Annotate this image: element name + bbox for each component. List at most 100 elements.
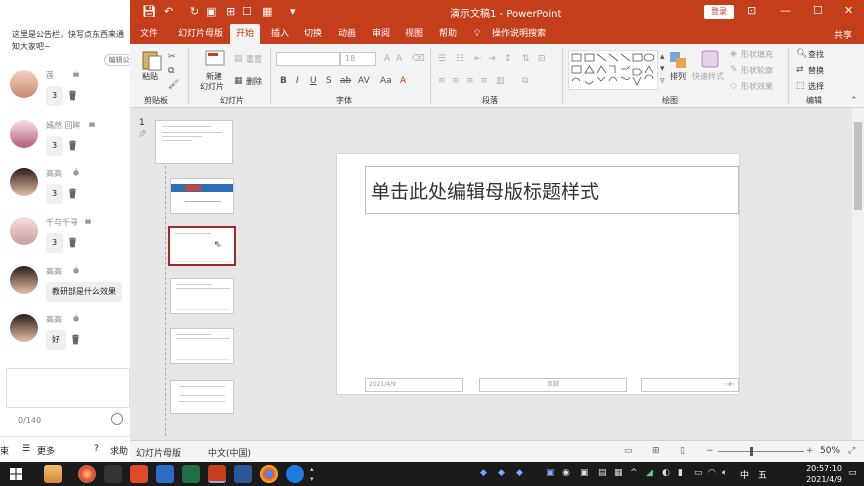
delete-icon[interactable] (68, 140, 77, 151)
tab-slide-master[interactable]: 幻灯片母版 (178, 24, 223, 44)
shape-effects-icon[interactable]: ◇ (730, 81, 737, 91)
zoom-in-icon[interactable]: + (806, 446, 814, 456)
app-icon[interactable] (130, 465, 148, 483)
zoom-level[interactable]: 50% (820, 446, 840, 456)
help-icon[interactable]: ? (94, 444, 99, 454)
cut-icon[interactable]: ✂ (168, 52, 176, 62)
shape-effects-button[interactable]: 形状效果 (741, 81, 773, 92)
new-slide-label-2[interactable]: 幻灯片 (200, 81, 224, 92)
volume-icon[interactable]: 🔈︎ (722, 468, 727, 478)
find-icon[interactable]: 🔍︎ (796, 49, 807, 59)
ribbon-display-icon[interactable]: ⊡ (747, 4, 756, 17)
tray-icon[interactable]: ▤ (598, 468, 607, 478)
decrease-font-icon[interactable]: A (396, 54, 402, 64)
justify-icon[interactable]: ≡ (480, 76, 488, 86)
close-button[interactable]: ✕ (844, 4, 853, 17)
tray-icon[interactable]: ◆ (516, 468, 523, 478)
redo-icon[interactable]: ↻ (190, 5, 199, 19)
ime-mode-indicator[interactable]: 五 (758, 468, 767, 481)
quick-styles-icon[interactable] (700, 49, 720, 69)
login-button[interactable]: 登录 (704, 5, 734, 19)
layout-thumbnail-title[interactable] (170, 178, 234, 214)
slide-sorter-icon[interactable]: ⊞ (652, 446, 660, 456)
tray-icon[interactable]: ◢ (646, 468, 653, 478)
line-spacing-icon[interactable]: ↕ (504, 54, 512, 64)
emoji-icon[interactable] (111, 413, 123, 425)
delete-slide-icon[interactable]: ▦ (234, 76, 243, 86)
more-button[interactable]: 更多 (37, 444, 55, 457)
shapes-more-icon[interactable]: ▿ (660, 76, 665, 86)
more-menu-icon[interactable]: ☰ (22, 444, 30, 454)
select-icon[interactable]: ⬚ (796, 81, 805, 91)
delete-icon[interactable] (68, 237, 77, 248)
layout-thumbnail-selected[interactable]: ⇖ (168, 226, 236, 266)
tab-insert[interactable]: 插入 (271, 24, 289, 44)
shape-outline-button[interactable]: 形状轮廓 (741, 65, 773, 76)
text-direction-icon[interactable]: ⇅ (522, 54, 530, 64)
shapes-scroll-down-icon[interactable]: ▾ (660, 64, 665, 74)
strikethrough-icon[interactable]: ab (340, 76, 351, 86)
shape-fill-button[interactable]: 形状填充 (741, 49, 773, 60)
powerpoint-icon[interactable] (208, 465, 226, 483)
master-slide-thumbnail[interactable] (155, 120, 233, 164)
tab-animations[interactable]: 动画 (338, 24, 356, 44)
clear-format-icon[interactable]: ⌫ (412, 54, 425, 64)
tab-file[interactable]: 文件 (140, 24, 158, 44)
copy-icon[interactable]: ⧉ (168, 66, 174, 76)
paste-button[interactable]: 粘贴 (142, 71, 158, 82)
delete-button[interactable]: 删除 (246, 76, 262, 87)
footer-text-placeholder[interactable]: 页脚 (479, 378, 627, 392)
delete-icon[interactable] (68, 90, 77, 101)
undo-icon[interactable]: ↶ (164, 5, 173, 19)
align-right-icon[interactable]: ≡ (466, 76, 474, 86)
replace-button[interactable]: 替换 (808, 65, 824, 76)
app-icon[interactable] (286, 465, 304, 483)
browser-icon[interactable] (78, 465, 96, 483)
help-button[interactable]: 求助 (110, 444, 128, 457)
new-slide-icon[interactable] (204, 49, 226, 69)
zoom-slider[interactable] (718, 451, 804, 452)
show-hidden-icons[interactable]: ^ (630, 468, 638, 478)
arrange-icon[interactable] (668, 50, 688, 70)
font-color-icon[interactable]: A (400, 76, 406, 86)
minimize-button[interactable]: — (780, 4, 791, 17)
shadow-icon[interactable]: S (326, 76, 332, 86)
word-icon[interactable] (234, 465, 252, 483)
language-indicator[interactable]: 中文(中国) (208, 446, 251, 459)
font-name-box[interactable] (276, 52, 340, 66)
bold-icon[interactable]: B (280, 76, 287, 86)
layout-thumbnail[interactable] (170, 328, 234, 364)
replace-icon[interactable]: ⇄ (796, 65, 804, 75)
app-icon[interactable] (104, 465, 122, 483)
taskbar-scroll-icon[interactable]: ▴ ▾ (310, 464, 314, 484)
reset-button[interactable]: 重置 (246, 54, 262, 65)
change-case-icon[interactable]: Aa (380, 76, 392, 86)
chat-input[interactable] (6, 368, 130, 408)
excel-icon[interactable] (182, 465, 200, 483)
footer-number-placeholder[interactable]: ‹#› (641, 378, 739, 392)
quick-styles-button[interactable]: 快速样式 (692, 71, 724, 82)
shapes-gallery[interactable] (568, 50, 658, 90)
delete-icon[interactable] (68, 188, 77, 199)
tray-icon[interactable]: ◉ (562, 468, 570, 478)
save-icon[interactable]: 💾︎ (142, 5, 156, 19)
delete-icon[interactable] (71, 334, 80, 345)
chrome-icon[interactable] (260, 465, 278, 483)
zoom-slider-handle[interactable] (750, 447, 753, 456)
system-clock[interactable]: 20:57:10 2021/4/9 (782, 463, 842, 485)
normal-view-icon[interactable]: ▭ (624, 446, 633, 456)
battery-icon[interactable]: ▮ (678, 468, 683, 478)
app-icon[interactable] (44, 465, 62, 483)
app-icon[interactable] (156, 465, 174, 483)
tray-icon[interactable]: ▣ (580, 468, 589, 478)
windows-start-icon[interactable] (10, 468, 22, 480)
font-size-box[interactable]: 18 (340, 52, 376, 66)
paste-icon[interactable] (140, 49, 164, 71)
master-slide-canvas[interactable]: 单击此处编辑母版标题样式 2021/4/9 页脚 ‹#› (336, 153, 740, 395)
shape-outline-icon[interactable]: ✎ (730, 65, 738, 75)
touch-mode-icon[interactable]: ☐ (242, 5, 252, 19)
reading-view-icon[interactable]: ▯ (680, 446, 685, 456)
tab-home[interactable]: 开始 (230, 24, 261, 44)
shape-fill-icon[interactable]: ◈ (730, 49, 737, 59)
char-spacing-icon[interactable]: AV (358, 76, 370, 86)
